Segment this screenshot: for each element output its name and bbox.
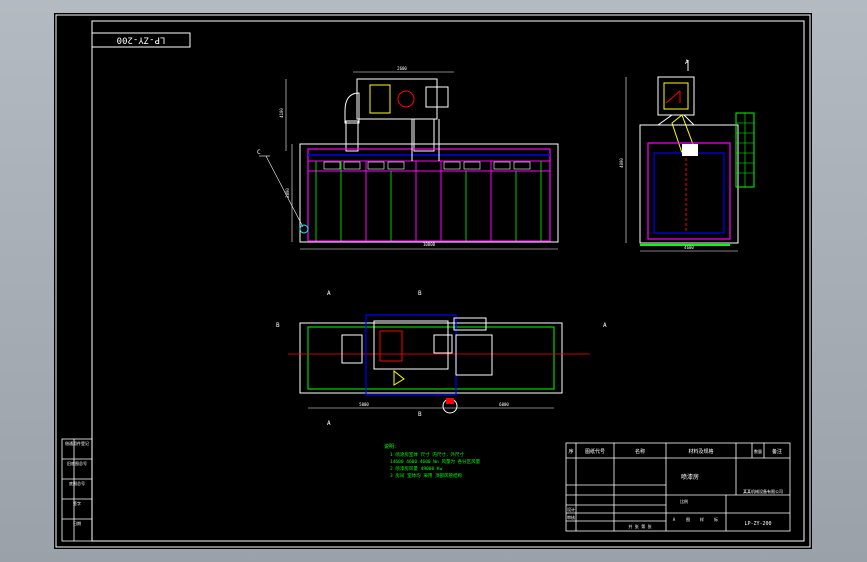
- tb-design-label: 设计: [567, 506, 575, 512]
- tb-sheet-label: 共 张 第 张: [628, 523, 651, 529]
- tb-stage-a: A: [673, 517, 676, 522]
- revision-row-1: 借通用件登记: [65, 440, 89, 446]
- tb-company: 某某机械设备有限公司: [743, 488, 783, 494]
- dim-body-height: 2800: [285, 188, 290, 198]
- cabin-posts: [365, 161, 492, 241]
- tb-check-label: 审核: [567, 514, 575, 520]
- revision-row-2: 旧底图总号: [67, 460, 87, 466]
- front-elevation: 2600 4100 10800 2800 C: [257, 66, 559, 250]
- plan-label-a-top: A: [327, 290, 331, 297]
- leader-label-c: C: [257, 149, 261, 156]
- tb-header-code: 图纸代号: [585, 448, 605, 455]
- tb-part-name: 喷漆房: [681, 473, 699, 481]
- plan-outline: [299, 322, 563, 394]
- dim-roof-width: 2600: [397, 66, 407, 71]
- side-elevation: A 4000 4600: [619, 59, 755, 252]
- dim-side-height: 4000: [619, 158, 624, 168]
- dim-plan-right: 6000: [499, 402, 509, 407]
- tb-scale-label: 比例: [680, 498, 688, 504]
- tb-header-qty: 数量: [754, 448, 762, 454]
- side-cabin-frame: [647, 142, 731, 240]
- plan-label-a-bottom: A: [327, 420, 331, 427]
- plan-label-b-top: B: [418, 290, 422, 297]
- roof-air-unit: [356, 78, 438, 120]
- drawing-canvas[interactable]: LP-ZY-200 2600 4100 10800 2800 C A 4000 …: [54, 13, 812, 549]
- tb-header-name: 名称: [635, 448, 645, 455]
- tb-stage-d: 标: [714, 516, 718, 522]
- side-label-a: A: [685, 59, 689, 66]
- revision-row-5: 日期: [73, 520, 81, 526]
- tb-stage-b: 图: [686, 516, 690, 522]
- tb-stage-c: 样: [700, 516, 704, 522]
- dim-top-height: 4100: [279, 108, 284, 118]
- code-stamp: LP-ZY-200: [91, 32, 191, 48]
- detail-circle-c: [299, 224, 309, 234]
- plan-label-a-right: A: [603, 322, 607, 329]
- notes-line-2: 14600 4600 4600 Wn 风量为 各分区风量: [390, 458, 481, 465]
- dim-total-length: 10800: [423, 242, 436, 247]
- cabin-outline: [299, 143, 559, 243]
- plan-label-b-left: B: [276, 322, 280, 329]
- dim-side-width: 4600: [684, 245, 694, 250]
- cabin-panels: [315, 161, 542, 241]
- roof-fan-icon: [397, 90, 415, 108]
- code-stamp-text: LP-ZY-200: [117, 35, 166, 45]
- plan-label-b-bottom: B: [418, 411, 422, 418]
- notes-line-3: 2 喷漆房风量 49000 Kw: [390, 465, 443, 472]
- cad-viewport[interactable]: LP-ZY-200 2600 4100 10800 2800 C A 4000 …: [54, 13, 812, 549]
- filter-boxes: [323, 161, 531, 170]
- revision-row-4: 签字: [73, 500, 81, 506]
- notes-line-1: 1 喷涂房室体 尺寸 内尺寸，外尺寸: [390, 451, 464, 458]
- plan-fan-unit: [341, 334, 363, 364]
- tb-header-seq: 序: [568, 448, 573, 455]
- tb-drawing-no: LP-ZY-200: [744, 521, 771, 527]
- notes-title: 说明：: [384, 443, 399, 450]
- title-block: [565, 442, 791, 532]
- notes-line-4: 3 房间 室体均 采用 顶部风管结构: [390, 472, 463, 479]
- side-plenum: [682, 144, 698, 156]
- plan-floor: [307, 326, 555, 390]
- technical-notes: 说明： 1 喷涂房室体 尺寸 内尺寸，外尺寸 14600 4600 4600 W…: [384, 443, 481, 479]
- tb-header-remark: 备注: [772, 448, 782, 455]
- dim-plan-left: 5000: [359, 402, 369, 407]
- revision-row-3: 底图总号: [69, 480, 85, 486]
- plan-view: A B B A A B 5000 6000: [276, 290, 607, 427]
- tb-header-material: 材料及规格: [688, 448, 713, 455]
